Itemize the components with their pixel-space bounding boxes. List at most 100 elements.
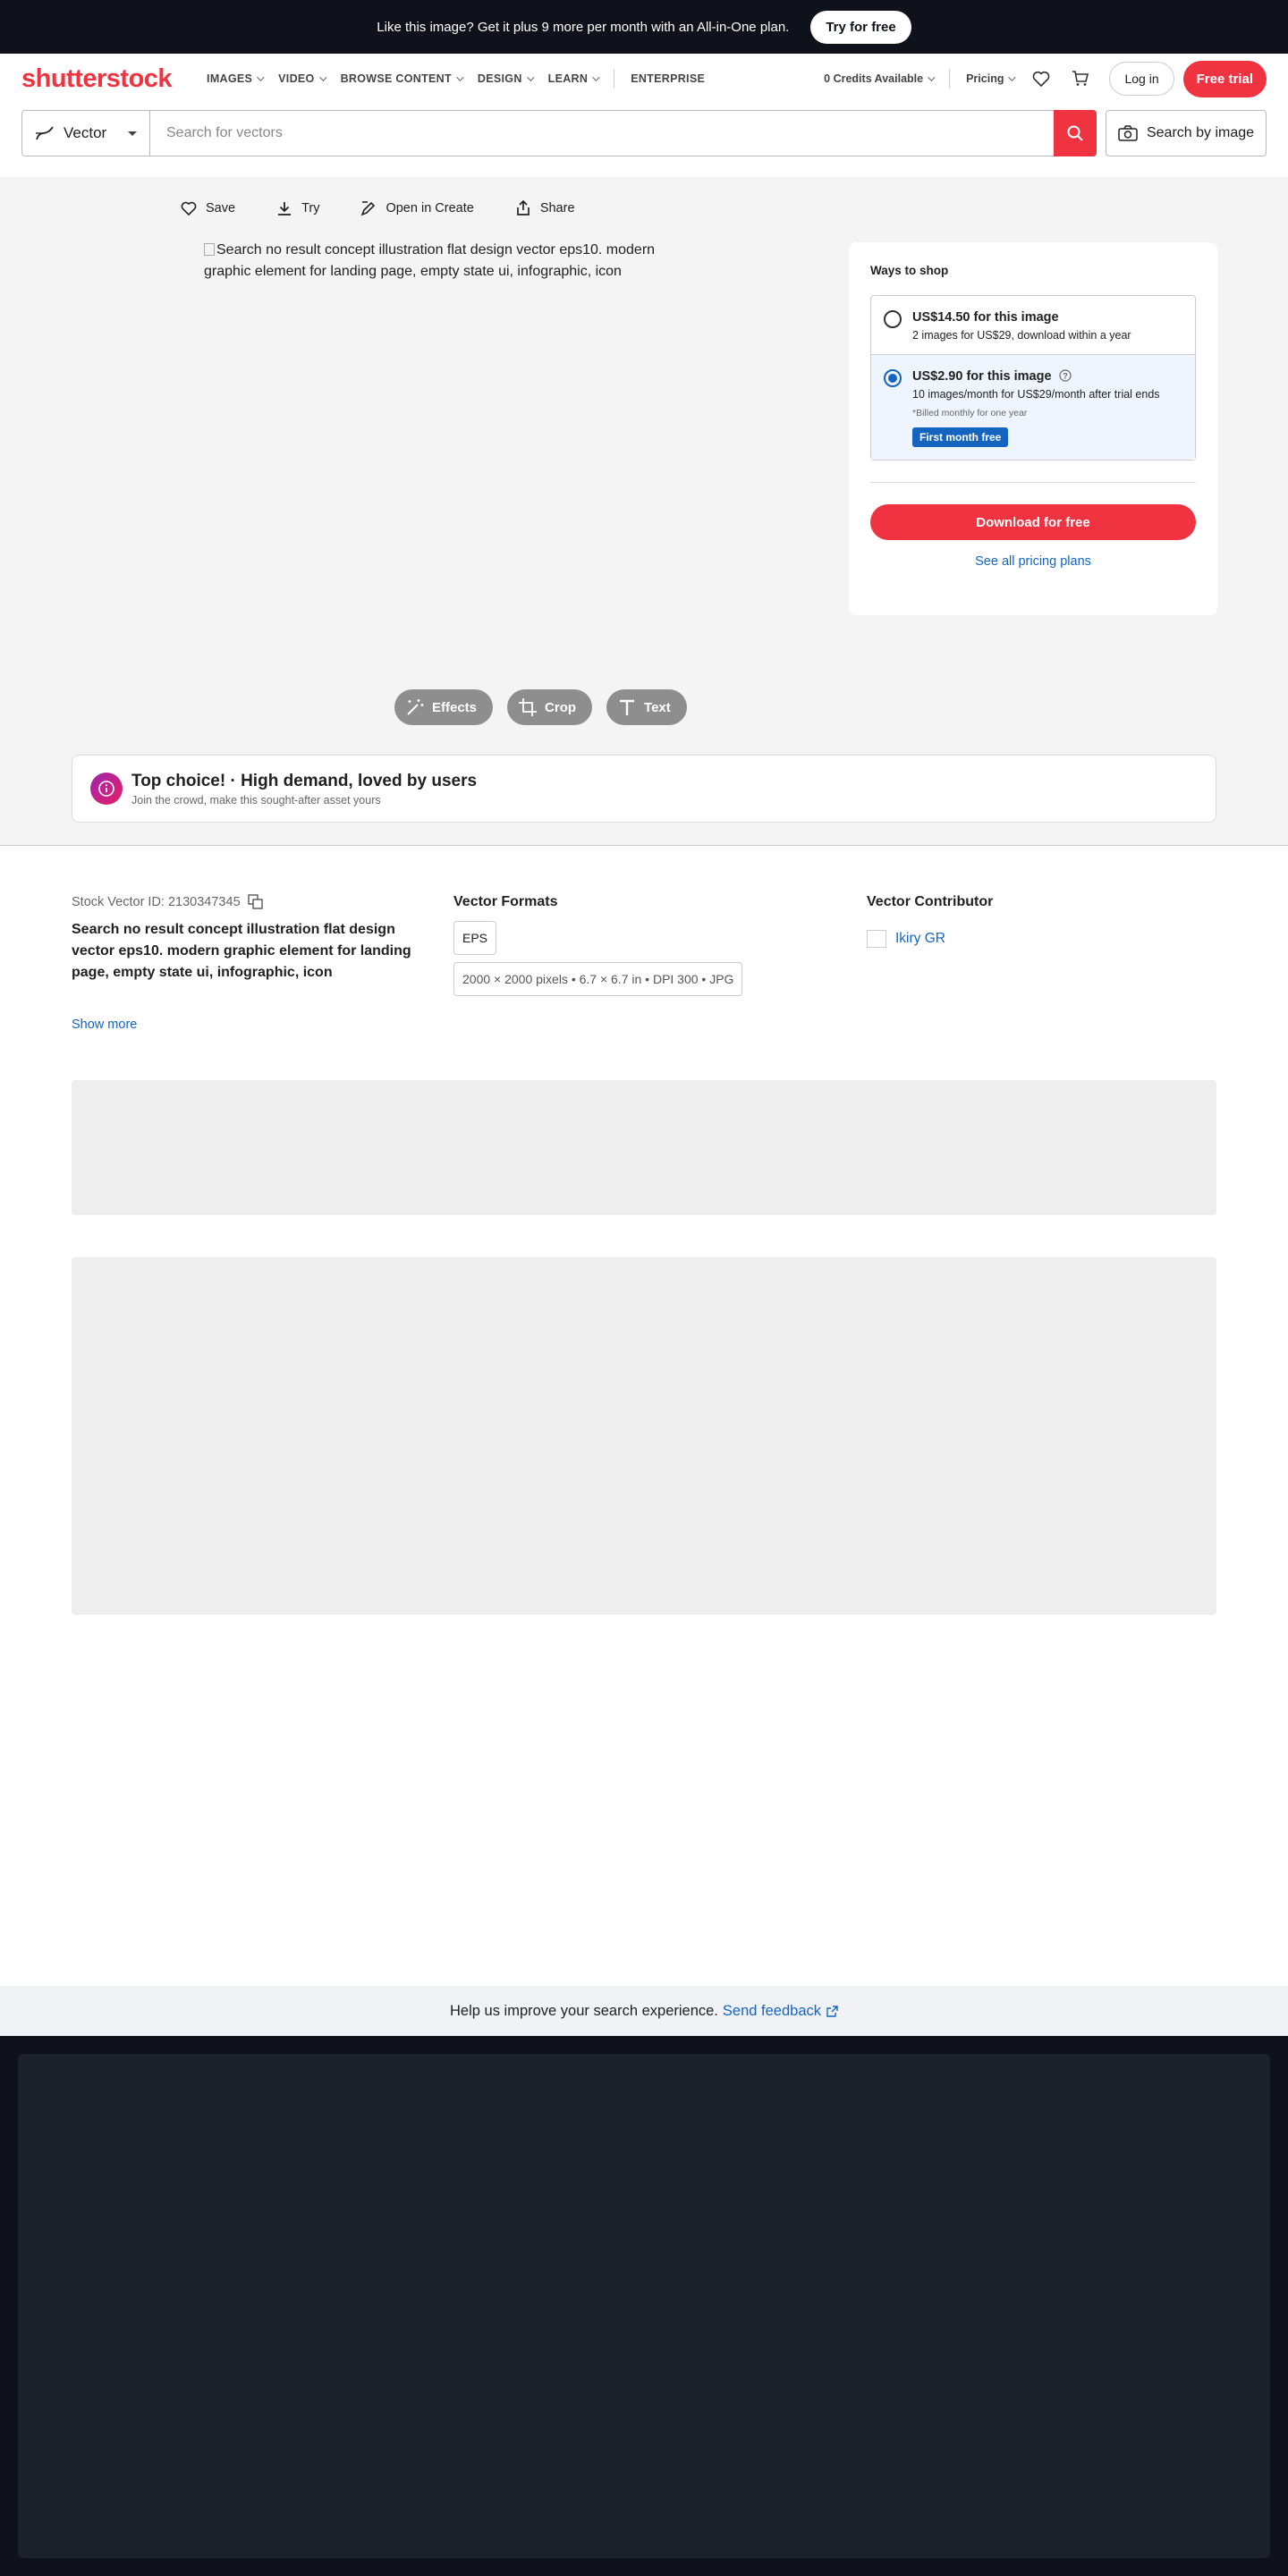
heart-icon[interactable] [1029, 66, 1054, 91]
plan-options: US$14.50 for this image 2 images for US$… [870, 295, 1196, 460]
asset-description: Search no result concept illustration fl… [72, 922, 411, 980]
effects-button[interactable]: Effects [394, 689, 494, 725]
credits-dropdown[interactable]: 0 Credits Available [816, 72, 941, 85]
chevron-down-icon [318, 73, 327, 81]
footer-placeholder [18, 2054, 1270, 2558]
stock-id-label: Stock Vector ID: 2130347345 [72, 895, 241, 909]
plan-option-single[interactable]: US$14.50 for this image 2 images for US$… [871, 296, 1195, 354]
shutterstock-logo[interactable]: shutterstock [21, 64, 173, 94]
feedback-text: Help us improve your search experience. [450, 2002, 718, 2019]
vector-icon [36, 126, 54, 140]
share-icon [516, 200, 530, 215]
help-icon[interactable]: ? [1058, 369, 1072, 382]
try-button[interactable]: Try [276, 200, 319, 216]
share-button[interactable]: Share [515, 200, 575, 216]
show-more-link[interactable]: Show more [72, 1018, 420, 1032]
top-choice-text: Top choice! · High demand, loved by user… [131, 772, 477, 807]
see-all-pricing-link[interactable]: See all pricing plans [870, 554, 1196, 569]
nav-design-label: DESIGN [477, 72, 522, 85]
chevron-down-icon [526, 73, 535, 81]
save-button[interactable]: Save [181, 200, 235, 216]
ways-to-shop-card: Ways to shop US$14.50 for this image 2 i… [849, 242, 1217, 615]
plan-option-title-text: US$2.90 for this image [912, 369, 1052, 384]
contributor-column: Vector Contributor Ikiry GR [867, 894, 993, 948]
plan-option-title: US$14.50 for this image [912, 310, 1059, 325]
nav-video[interactable]: VIDEO [270, 72, 332, 85]
plan-option-text: US$2.90 for this image ? 10 images/month… [912, 369, 1160, 447]
promo-text: Like this image? Get it plus 9 more per … [377, 19, 790, 35]
top-nav: shutterstock IMAGES VIDEO BROWSE CONTENT… [0, 54, 1288, 104]
format-detail: 2000 × 2000 pixels • 6.7 × 6.7 in • DPI … [453, 962, 743, 996]
search-button[interactable] [1054, 110, 1097, 156]
text-icon [620, 699, 635, 715]
top-choice-banner: Top choice! · High demand, loved by user… [72, 755, 1216, 823]
crop-icon [519, 698, 538, 716]
search-input[interactable] [150, 110, 1054, 156]
nav-enterprise[interactable]: ENTERPRISE [623, 72, 713, 85]
plan-option-title: US$2.90 for this image ? [912, 369, 1160, 384]
nav-design[interactable]: DESIGN [470, 72, 540, 85]
plan-option-note: *Billed monthly for one year [912, 408, 1028, 418]
contributor-name[interactable]: Ikiry GR [895, 931, 945, 947]
format-chip-eps[interactable]: EPS [453, 921, 497, 955]
asset-type-label: Vector [64, 124, 107, 141]
search-by-image-button[interactable]: Search by image [1106, 110, 1267, 156]
heart-icon [181, 201, 197, 215]
nav-browse-label: BROWSE CONTENT [340, 72, 452, 85]
asset-description-column: Stock Vector ID: 2130347345 Search no re… [72, 894, 420, 1032]
plan-option-sub: 10 images/month for US$29/month after tr… [912, 388, 1160, 401]
broken-image-icon [204, 243, 215, 256]
asset-details: Stock Vector ID: 2130347345 Search no re… [72, 894, 1216, 1046]
credits-label: 0 Credits Available [824, 72, 924, 85]
nav-images[interactable]: IMAGES [199, 72, 270, 85]
nav-divider [949, 69, 951, 89]
radio-unselected[interactable] [884, 310, 902, 328]
send-feedback-link[interactable]: Send feedback [723, 2003, 838, 2020]
nav-video-label: VIDEO [278, 72, 315, 85]
first-month-free-badge: First month free [912, 427, 1009, 447]
ways-to-shop-title: Ways to shop [870, 264, 949, 277]
pricing-dropdown[interactable]: Pricing [958, 72, 1021, 85]
copy-icon[interactable] [247, 894, 264, 910]
edit-icon [361, 201, 376, 216]
search-bar: Vector Search by image [21, 110, 1267, 156]
asset-type-select[interactable]: Vector [21, 110, 150, 156]
download-for-free-button[interactable]: Download for free [870, 504, 1196, 540]
caret-down-icon [128, 131, 137, 136]
effects-label: Effects [432, 699, 478, 715]
plan-option-subscription[interactable]: US$2.90 for this image ? 10 images/month… [871, 354, 1195, 460]
camera-icon [1118, 125, 1138, 141]
vector-formats-heading: Vector Formats [453, 894, 558, 909]
svg-text:?: ? [1063, 372, 1068, 381]
cart-icon[interactable] [1068, 66, 1093, 91]
plan-option-sub: 2 images for US$29, download within a ye… [912, 329, 1131, 342]
chevron-down-icon [592, 73, 600, 81]
vector-formats-column: Vector Formats EPS 2000 × 2000 pixels • … [453, 894, 743, 996]
crop-button[interactable]: Crop [507, 689, 593, 725]
info-icon [90, 773, 123, 805]
asset-image-alt: Search no result concept illustration fl… [204, 242, 656, 279]
top-choice-title: Top choice! · High demand, loved by user… [131, 771, 478, 790]
chevron-down-icon [257, 73, 265, 81]
crop-label: Crop [545, 699, 577, 715]
radio-selected[interactable] [884, 369, 902, 387]
nav-learn[interactable]: LEARN [540, 72, 606, 85]
open-in-create-button[interactable]: Open in Create [360, 200, 474, 216]
nav-learn-label: LEARN [547, 72, 589, 85]
nav-right: 0 Credits Available Pricing Log in Free … [816, 60, 1267, 97]
edit-tools: Effects Crop Text [394, 689, 687, 725]
asset-image: Search no result concept illustration fl… [204, 240, 687, 283]
free-trial-button[interactable]: Free trial [1182, 60, 1267, 97]
share-label: Share [539, 201, 575, 215]
try-for-free-button[interactable]: Try for free [810, 10, 911, 44]
external-link-icon [826, 2005, 838, 2017]
text-button[interactable]: Text [606, 689, 687, 725]
nav-browse-content[interactable]: BROWSE CONTENT [333, 72, 470, 85]
magic-wand-icon [407, 699, 424, 715]
search-icon [1067, 125, 1083, 141]
top-choice-subtitle: Join the crowd, make this sought-after a… [131, 793, 381, 807]
send-feedback-label: Send feedback [722, 2002, 821, 2019]
open-in-create-label: Open in Create [386, 201, 474, 215]
login-button[interactable]: Log in [1109, 62, 1174, 96]
contributor-link[interactable]: Ikiry GR [867, 930, 993, 948]
